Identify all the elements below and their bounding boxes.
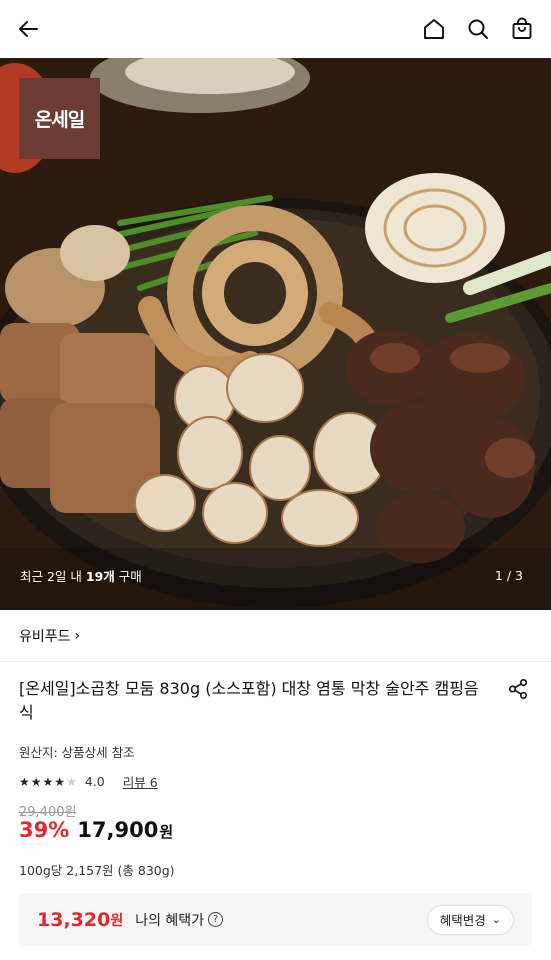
benefit-price-unit: 원 [110,912,124,929]
star-empty-icon: ★ [66,774,77,789]
recent-purchase-count: 19개 [85,569,115,584]
cart-button[interactable] [509,16,535,42]
home-icon [424,19,444,39]
arrow-left-icon [19,21,38,37]
origin-info: 원산지: 상품상세 참조 [19,745,135,760]
benefit-label: 나의 혜택가 [135,912,205,929]
price-row: 39% 17,900 원 [19,818,173,842]
star-icon: ★ [42,774,54,789]
benefit-price-box: 13,320 원 나의 혜택가 ? 혜택변경 ⌄ [19,893,532,946]
change-benefit-label: 혜택변경 [439,913,486,928]
star-icon: ★ [19,774,30,789]
share-button[interactable] [507,678,529,700]
chevron-down-icon: ⌄ [491,913,501,926]
recent-purchase-notice: 최근 2일 내 19개 구매 [20,569,142,584]
rating-row: ★ ★ ★ ★ ★ 4.0 리뷰 6 [19,772,158,791]
chevron-right-icon: › [74,627,81,644]
product-image-carousel[interactable]: 온세일 최근 2일 내 19개 구매 1 / 3 [0,58,551,610]
back-button[interactable] [16,16,42,42]
brand-logo-text: 온세일 [34,109,85,131]
seller-link[interactable]: 유비푸드 › [0,610,551,662]
image-pager: 1 / 3 [494,568,523,583]
seller-name: 유비푸드 [19,628,71,645]
search-button[interactable] [465,16,491,42]
shopping-bag-icon [512,17,532,39]
unit-price: 100g당 2,157원 (총 830g) [19,863,175,878]
rating-stars: ★ ★ ★ ★ ★ [19,775,77,789]
change-benefit-button[interactable]: 혜택변경 ⌄ [426,904,514,935]
rating-value: 4.0 [84,774,105,789]
sale-price: 17,900 [77,818,159,842]
star-icon: ★ [54,774,66,789]
sale-price-unit: 원 [159,823,174,841]
search-icon [468,19,488,39]
brand-logo-badge: 온세일 [19,78,100,159]
home-button[interactable] [421,16,447,42]
help-icon[interactable]: ? [208,912,224,927]
discount-rate: 39% [19,818,70,842]
product-title: [온세일]소곱창 모둠 830g (소스포함) 대창 염통 막창 술안주 캠핑음… [19,679,479,722]
top-app-bar [0,0,551,58]
star-icon: ★ [30,774,42,789]
review-count-link[interactable]: 리뷰 6 [123,772,158,791]
share-icon [508,679,528,699]
benefit-price: 13,320 [37,908,111,931]
